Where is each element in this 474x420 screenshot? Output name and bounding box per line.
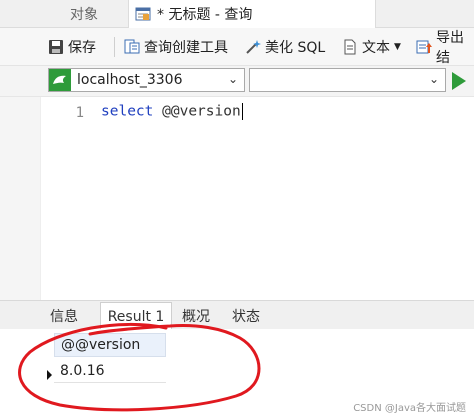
sql-keyword: select (101, 103, 154, 120)
save-icon (48, 39, 64, 55)
current-row-indicator-icon (40, 365, 54, 385)
query-toolbar: 保存 查询创建工具 美化 SQL 文本 ▼ 导出结 (0, 28, 474, 66)
text-caret (241, 103, 243, 120)
tab-profile-label: 概况 (182, 309, 210, 325)
save-button[interactable]: 保存 (48, 36, 96, 58)
tab-info-label: 信息 (50, 309, 78, 325)
column-header[interactable]: @@version (54, 333, 166, 357)
beautify-sql-label: 美化 SQL (265, 40, 326, 56)
sql-expression: @@version (162, 103, 241, 120)
tab-query-label: * 无标题 - 查询 (157, 7, 253, 23)
save-label: 保存 (68, 40, 96, 56)
chevron-down-icon: ⌄ (428, 72, 439, 86)
connection-bar: localhost_3306 ⌄ ⌄ (0, 66, 474, 97)
tab-objects-label: 对象 (70, 6, 98, 23)
toolbar-divider (114, 37, 115, 57)
mysql-connection-icon (49, 69, 71, 91)
tab-objects[interactable]: 对象 (40, 0, 128, 27)
tab-status-label: 状态 (232, 309, 260, 325)
magic-wand-icon (245, 39, 261, 55)
text-menu-button[interactable]: 文本 ▼ (342, 36, 401, 58)
document-tab-bar: 对象 * 无标题 - 查询 (0, 0, 474, 28)
sql-editor[interactable]: 1 select @@version (0, 97, 474, 300)
export-label: 导出结 (436, 30, 464, 66)
export-icon (416, 39, 432, 55)
result-tab-bar: 信息 Result 1 概况 状态 (0, 300, 474, 330)
connection-select[interactable]: localhost_3306 ⌄ (48, 68, 245, 92)
result-cell[interactable]: 8.0.16 (54, 359, 166, 383)
sql-code-line[interactable]: select @@version (101, 103, 243, 120)
tab-profile[interactable]: 概况 (172, 304, 220, 328)
query-builder-icon (124, 39, 140, 55)
chevron-down-icon: ▼ (394, 42, 401, 52)
line-number: 1 (75, 105, 84, 121)
chevron-down-icon: ⌄ (227, 72, 238, 86)
tab-query[interactable]: * 无标题 - 查询 (128, 0, 376, 28)
tab-result-1-label: Result 1 (107, 308, 165, 325)
line-number-gutter (0, 97, 41, 300)
export-button[interactable]: 导出结 (416, 30, 474, 66)
query-builder-button[interactable]: 查询创建工具 (124, 36, 228, 58)
tab-info[interactable]: 信息 (40, 304, 88, 328)
connection-name: localhost_3306 (77, 72, 183, 88)
tab-status[interactable]: 状态 (222, 304, 270, 328)
query-builder-label: 查询创建工具 (144, 40, 228, 56)
watermark: CSDN @Java各大面试题 (353, 403, 466, 414)
database-select[interactable]: ⌄ (249, 68, 446, 92)
tab-result-1[interactable]: Result 1 (100, 302, 172, 330)
document-icon (342, 39, 358, 55)
query-tab-icon (135, 6, 151, 22)
beautify-sql-button[interactable]: 美化 SQL (245, 36, 325, 58)
run-icon[interactable] (452, 72, 466, 90)
text-menu-label: 文本 (362, 40, 390, 56)
